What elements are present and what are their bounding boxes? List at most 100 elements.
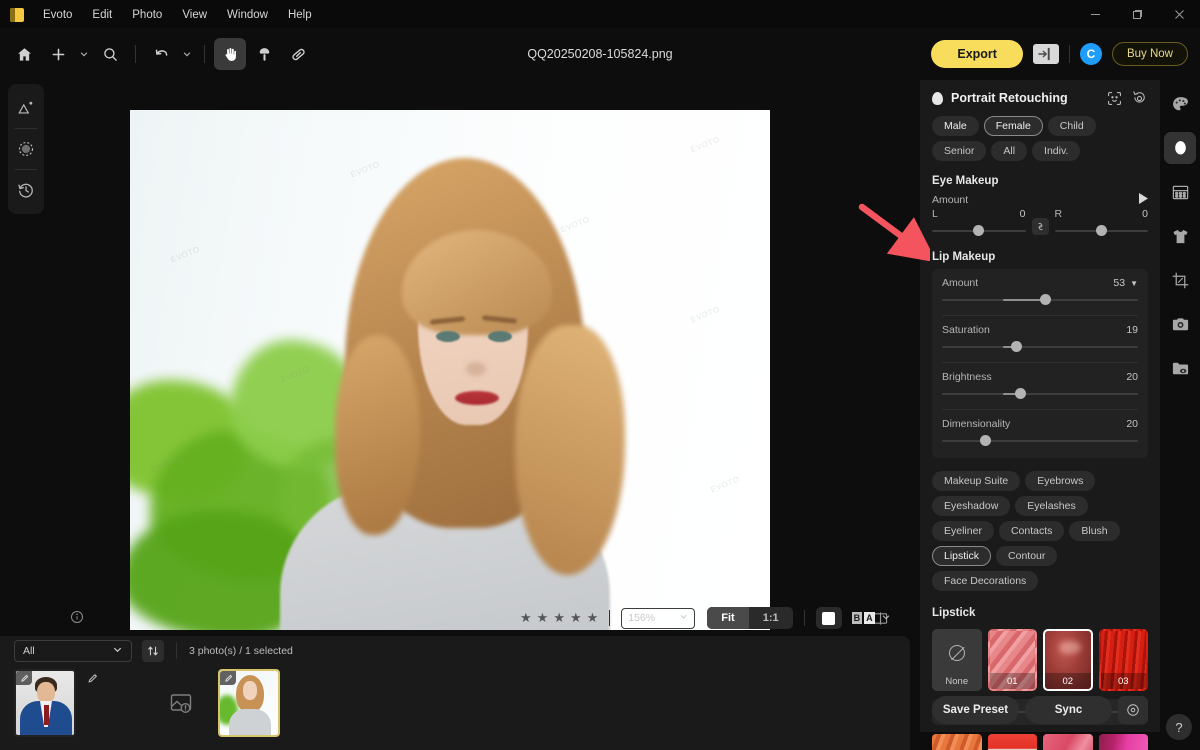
chip-male[interactable]: Male: [932, 116, 979, 136]
background-grid-icon[interactable]: [1164, 176, 1196, 208]
lip-brightness-slider[interactable]: [942, 387, 1138, 401]
chip-female[interactable]: Female: [983, 116, 1043, 136]
settings-target-icon[interactable]: [1118, 696, 1148, 724]
texture-icon[interactable]: [10, 129, 42, 169]
one-to-one-button[interactable]: 1:1: [749, 607, 793, 629]
lipstick-swatch-03[interactable]: 03: [1098, 629, 1148, 691]
folder-eye-icon[interactable]: [1164, 352, 1196, 384]
maximize-button[interactable]: [1116, 0, 1158, 28]
retouch-icon[interactable]: [10, 88, 42, 128]
hand-tool-icon[interactable]: [214, 38, 246, 70]
edit-pencil-icon[interactable]: [84, 671, 100, 685]
undo-menu-chevron-down-icon[interactable]: [179, 38, 195, 70]
zoom-level-select[interactable]: 156%: [621, 607, 696, 629]
lip-dimensionality-slider[interactable]: [942, 434, 1138, 448]
slider-knob[interactable]: [1010, 341, 1022, 352]
menu-item-edit[interactable]: Edit: [83, 7, 121, 23]
before-after-icon[interactable]: BA: [851, 612, 875, 624]
link-lr-icon[interactable]: [1031, 218, 1049, 235]
menu-item-view[interactable]: View: [173, 7, 216, 23]
star-2[interactable]: ★: [537, 610, 549, 626]
before-after-chevron-down-icon[interactable]: [881, 609, 891, 627]
chip-makeup-suite[interactable]: Makeup Suite: [932, 471, 1021, 491]
lipstick-swatch-01[interactable]: 01: [987, 629, 1037, 691]
chevron-down-icon[interactable]: ▼: [1130, 279, 1138, 288]
chip-face-decorations[interactable]: Face Decorations: [932, 571, 1039, 591]
canvas-area[interactable]: EVOTO EVOTO EVOTO EVOTO EVOTO EVOTO EVOT…: [48, 80, 910, 636]
thumbnail-placeholder[interactable]: [82, 669, 144, 737]
thumbnail-woman-portrait[interactable]: [218, 669, 280, 737]
menu-item-photo[interactable]: Photo: [123, 7, 171, 23]
photo-preview[interactable]: EVOTO EVOTO EVOTO EVOTO EVOTO EVOTO EVOT…: [130, 110, 770, 630]
sort-icon[interactable]: [142, 640, 164, 662]
star-3[interactable]: ★: [553, 610, 565, 626]
chip-contacts[interactable]: Contacts: [998, 521, 1065, 541]
avatar[interactable]: C: [1079, 43, 1102, 65]
reset-icon[interactable]: [1131, 90, 1148, 107]
sync-button[interactable]: Sync: [1025, 696, 1112, 724]
buy-now-button[interactable]: Buy Now: [1111, 42, 1188, 66]
lipstick-swatch-02[interactable]: 02: [1043, 629, 1093, 691]
play-triangle-icon[interactable]: [1139, 193, 1148, 206]
slider-knob[interactable]: [973, 225, 985, 236]
import-icon[interactable]: [1032, 44, 1059, 64]
history-icon[interactable]: [10, 170, 42, 210]
lipstick-swatch-none[interactable]: None: [932, 629, 982, 691]
plus-icon[interactable]: [42, 38, 74, 70]
lipstick-swatch-07[interactable]: [1098, 734, 1148, 750]
home-icon[interactable]: [8, 38, 40, 70]
slider-knob[interactable]: [979, 435, 991, 446]
add-menu-chevron-down-icon[interactable]: [76, 38, 92, 70]
healing-brush-icon[interactable]: [282, 38, 314, 70]
eye-left-slider[interactable]: [932, 224, 1026, 238]
chip-contour[interactable]: Contour: [996, 546, 1058, 566]
slider-knob[interactable]: [1040, 294, 1052, 305]
save-preset-button[interactable]: Save Preset: [932, 696, 1019, 724]
menu-item-evoto[interactable]: Evoto: [34, 7, 81, 23]
chip-eyebrows[interactable]: Eyebrows: [1025, 471, 1096, 491]
clone-stamp-icon[interactable]: [248, 38, 280, 70]
search-icon[interactable]: [94, 38, 126, 70]
fit-button[interactable]: Fit: [707, 607, 749, 629]
camera-icon[interactable]: [1164, 308, 1196, 340]
swatch-label: 01: [989, 673, 1035, 689]
portrait-face-icon[interactable]: [1164, 132, 1196, 164]
crop-icon[interactable]: [1164, 264, 1196, 296]
lipstick-swatch-06[interactable]: [1043, 734, 1093, 750]
lip-amount-slider[interactable]: [942, 293, 1138, 307]
minimize-button[interactable]: [1074, 0, 1116, 28]
slider-knob[interactable]: [1014, 388, 1026, 399]
undo-arrow-icon[interactable]: [145, 38, 177, 70]
menu-item-help[interactable]: Help: [279, 7, 321, 23]
clothes-tshirt-icon[interactable]: [1164, 220, 1196, 252]
star-4[interactable]: ★: [570, 610, 582, 626]
edit-pencil-icon[interactable]: [220, 671, 236, 685]
chip-indiv[interactable]: Indiv.: [1032, 141, 1081, 161]
rating-stars[interactable]: ★ ★ ★ ★ ★: [520, 610, 598, 626]
face-detect-icon[interactable]: [1106, 90, 1123, 107]
export-button[interactable]: Export: [931, 40, 1023, 68]
star-5[interactable]: ★: [587, 610, 599, 626]
close-button[interactable]: [1158, 0, 1200, 28]
chip-eyeliner[interactable]: Eyeliner: [932, 521, 994, 541]
thumbnail-man-suit[interactable]: [14, 669, 76, 737]
chip-eyeshadow[interactable]: Eyeshadow: [932, 496, 1011, 516]
chip-senior[interactable]: Senior: [932, 141, 987, 161]
chip-all[interactable]: All: [991, 141, 1028, 161]
chip-child[interactable]: Child: [1047, 116, 1096, 136]
eye-right-slider[interactable]: [1054, 224, 1148, 238]
lipstick-swatch-05[interactable]: [987, 734, 1037, 750]
filmstrip-filter-select[interactable]: All: [14, 640, 132, 662]
palette-icon[interactable]: [1164, 88, 1196, 120]
star-1[interactable]: ★: [520, 610, 532, 626]
chip-lipstick[interactable]: Lipstick: [932, 546, 992, 566]
chip-eyelashes[interactable]: Eyelashes: [1015, 496, 1088, 516]
lipstick-swatch-04[interactable]: [932, 734, 982, 750]
help-icon[interactable]: ?: [1166, 714, 1192, 740]
edit-pencil-icon[interactable]: [16, 671, 32, 685]
chip-blush[interactable]: Blush: [1069, 521, 1120, 541]
lip-saturation-slider[interactable]: [942, 340, 1138, 354]
background-color-icon[interactable]: [815, 607, 842, 629]
slider-knob[interactable]: [1095, 225, 1107, 236]
menu-item-window[interactable]: Window: [218, 7, 277, 23]
